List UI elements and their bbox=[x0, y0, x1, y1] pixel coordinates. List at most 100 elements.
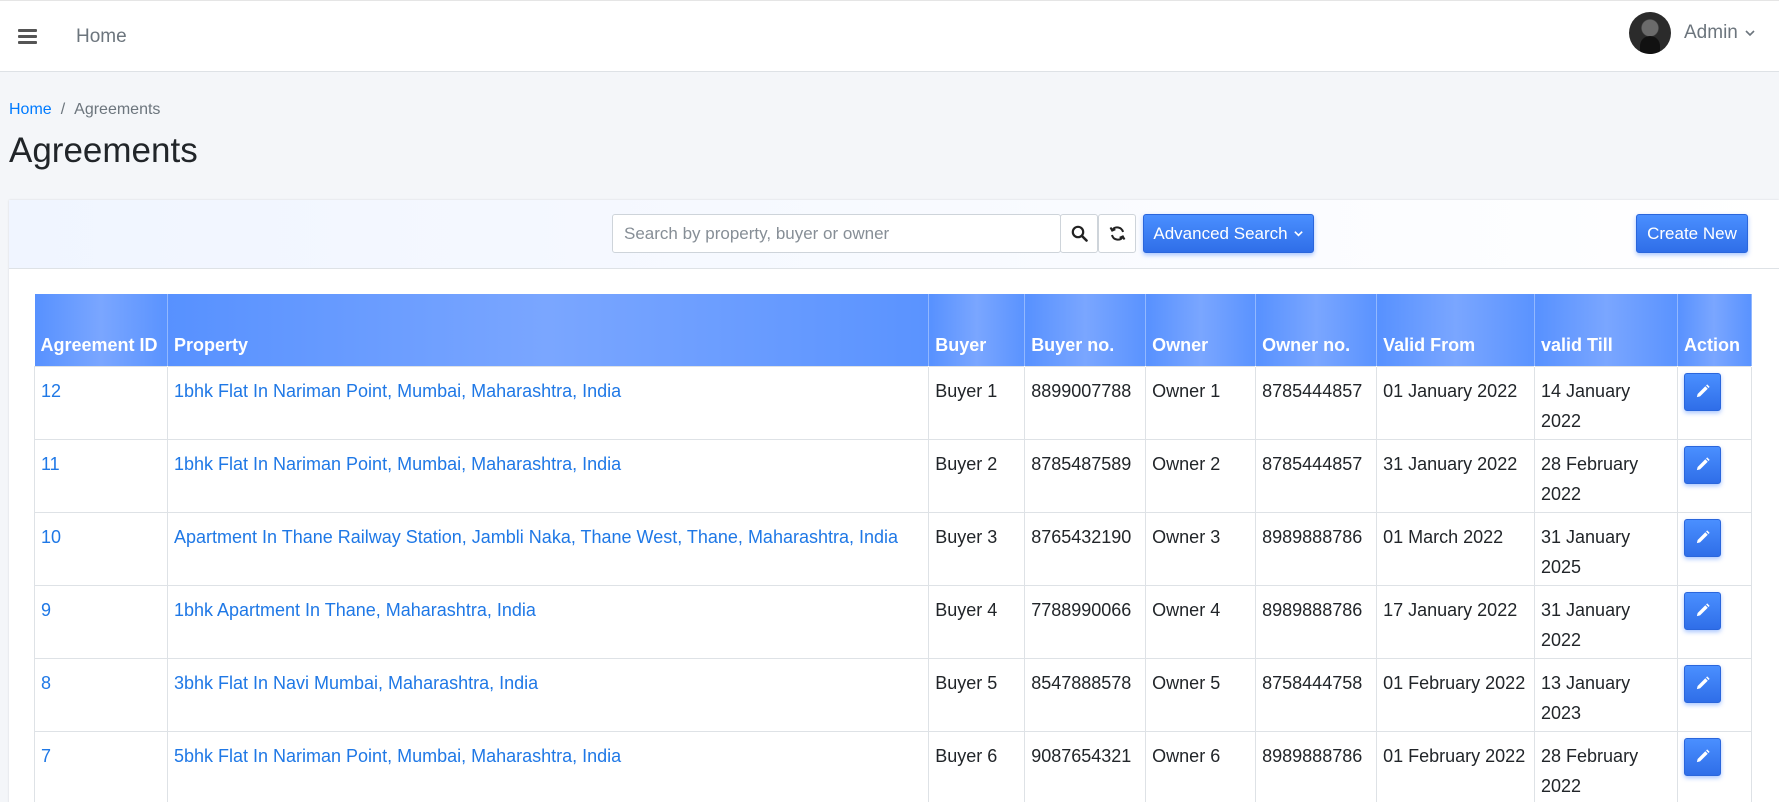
buyer-no-cell: 8785487589 bbox=[1024, 438, 1147, 513]
pencil-icon bbox=[1696, 749, 1710, 763]
header-valid-from[interactable]: Valid From bbox=[1376, 294, 1536, 366]
nav-home-link[interactable]: Home bbox=[76, 26, 127, 48]
chevron-down-icon bbox=[1745, 30, 1755, 37]
owner-no-cell: 8989888786 bbox=[1255, 730, 1378, 802]
header-property[interactable]: Property bbox=[167, 294, 930, 366]
table-header-row: Agreement ID Property Buyer Buyer no. Ow… bbox=[34, 294, 1753, 366]
valid-till-cell: 31 January 2025 bbox=[1534, 511, 1678, 586]
property-link[interactable]: 5bhk Flat In Nariman Point, Mumbai, Maha… bbox=[174, 746, 621, 766]
owner-cell: Owner 6 bbox=[1145, 730, 1257, 802]
buyer-cell: Buyer 1 bbox=[928, 365, 1026, 440]
owner-cell: Owner 3 bbox=[1145, 511, 1257, 586]
valid-from-cell: 01 March 2022 bbox=[1376, 511, 1536, 586]
owner-no-cell: 8989888786 bbox=[1255, 511, 1378, 586]
header-action: Action bbox=[1677, 294, 1753, 366]
page-title: Agreements bbox=[9, 131, 198, 170]
owner-no-cell: 8758444758 bbox=[1255, 657, 1378, 732]
hamburger-icon[interactable] bbox=[18, 29, 37, 45]
agreement-id-link[interactable]: 11 bbox=[41, 454, 60, 474]
buyer-no-cell: 8899007788 bbox=[1024, 365, 1147, 440]
breadcrumb-home-link[interactable]: Home bbox=[9, 101, 52, 118]
owner-cell: Owner 5 bbox=[1145, 657, 1257, 732]
buyer-no-cell: 9087654321 bbox=[1024, 730, 1147, 802]
buyer-cell: Buyer 4 bbox=[928, 584, 1026, 659]
table-row: 10 Apartment In Thane Railway Station, J… bbox=[34, 511, 1753, 586]
buyer-no-cell: 8765432190 bbox=[1024, 511, 1147, 586]
valid-from-cell: 17 January 2022 bbox=[1376, 584, 1536, 659]
header-buyer-no[interactable]: Buyer no. bbox=[1024, 294, 1147, 366]
agreement-id-link[interactable]: 7 bbox=[41, 746, 51, 766]
agreement-id-link[interactable]: 12 bbox=[41, 381, 61, 401]
refresh-button[interactable] bbox=[1098, 214, 1136, 253]
refresh-icon bbox=[1109, 226, 1125, 241]
valid-from-cell: 01 January 2022 bbox=[1376, 365, 1536, 440]
edit-button[interactable] bbox=[1683, 445, 1721, 484]
buyer-cell: Buyer 6 bbox=[928, 730, 1026, 802]
advanced-search-label: Advanced Search bbox=[1153, 223, 1288, 243]
top-navbar: Home Admin bbox=[0, 0, 1779, 72]
valid-till-cell: 14 January 2022 bbox=[1534, 365, 1678, 440]
valid-till-cell: 28 February 2022 bbox=[1534, 730, 1678, 802]
advanced-search-button[interactable]: Advanced Search bbox=[1143, 214, 1314, 253]
property-link[interactable]: 1bhk Flat In Nariman Point, Mumbai, Maha… bbox=[174, 454, 621, 474]
edit-button[interactable] bbox=[1683, 372, 1721, 411]
header-owner[interactable]: Owner bbox=[1145, 294, 1257, 366]
create-new-button[interactable]: Create New bbox=[1636, 214, 1748, 253]
breadcrumb-separator: / bbox=[60, 101, 66, 118]
table-row: 9 1bhk Apartment In Thane, Maharashtra, … bbox=[34, 584, 1753, 659]
valid-from-cell: 01 February 2022 bbox=[1376, 657, 1536, 732]
owner-no-cell: 8989888786 bbox=[1255, 584, 1378, 659]
chevron-down-icon bbox=[1293, 231, 1303, 237]
property-link[interactable]: 1bhk Apartment In Thane, Maharashtra, In… bbox=[174, 600, 536, 620]
agreement-id-link[interactable]: 8 bbox=[41, 673, 51, 693]
table-row: 7 5bhk Flat In Nariman Point, Mumbai, Ma… bbox=[34, 730, 1753, 802]
owner-no-cell: 8785444857 bbox=[1255, 365, 1378, 440]
search-icon bbox=[1071, 225, 1088, 242]
agreement-id-link[interactable]: 9 bbox=[41, 600, 51, 620]
owner-cell: Owner 2 bbox=[1145, 438, 1257, 513]
avatar[interactable] bbox=[1629, 12, 1671, 54]
header-buyer[interactable]: Buyer bbox=[928, 294, 1026, 366]
edit-button[interactable] bbox=[1683, 664, 1721, 703]
user-name: Admin bbox=[1684, 22, 1738, 43]
pencil-icon bbox=[1696, 603, 1710, 617]
property-link[interactable]: 1bhk Flat In Nariman Point, Mumbai, Maha… bbox=[174, 381, 621, 401]
header-agreement-id[interactable]: Agreement ID bbox=[34, 294, 168, 366]
table-row: 8 3bhk Flat In Navi Mumbai, Maharashtra,… bbox=[34, 657, 1753, 732]
buyer-no-cell: 7788990066 bbox=[1024, 584, 1147, 659]
valid-from-cell: 01 February 2022 bbox=[1376, 730, 1536, 802]
breadcrumb-current: Agreements bbox=[74, 101, 161, 118]
valid-till-cell: 31 January 2022 bbox=[1534, 584, 1678, 659]
valid-till-cell: 13 January 2023 bbox=[1534, 657, 1678, 732]
edit-button[interactable] bbox=[1683, 737, 1721, 776]
table-row: 11 1bhk Flat In Nariman Point, Mumbai, M… bbox=[34, 438, 1753, 513]
pencil-icon bbox=[1696, 530, 1710, 544]
search-button[interactable] bbox=[1060, 214, 1098, 253]
pencil-icon bbox=[1696, 384, 1710, 398]
buyer-cell: Buyer 3 bbox=[928, 511, 1026, 586]
agreements-card: Advanced Search Create New Agreement ID … bbox=[9, 200, 1779, 802]
owner-cell: Owner 4 bbox=[1145, 584, 1257, 659]
header-valid-till[interactable]: valid Till bbox=[1534, 294, 1678, 366]
breadcrumb: Home / Agreements bbox=[9, 101, 160, 119]
card-toolbar: Advanced Search Create New bbox=[9, 200, 1779, 269]
agreements-table: Agreement ID Property Buyer Buyer no. Ow… bbox=[34, 294, 1753, 802]
header-owner-no[interactable]: Owner no. bbox=[1255, 294, 1378, 366]
valid-till-cell: 28 February 2022 bbox=[1534, 438, 1678, 513]
owner-no-cell: 8785444857 bbox=[1255, 438, 1378, 513]
owner-cell: Owner 1 bbox=[1145, 365, 1257, 440]
buyer-cell: Buyer 5 bbox=[928, 657, 1026, 732]
table-row: 12 1bhk Flat In Nariman Point, Mumbai, M… bbox=[34, 365, 1753, 440]
edit-button[interactable] bbox=[1683, 518, 1721, 557]
buyer-no-cell: 8547888578 bbox=[1024, 657, 1147, 732]
property-link[interactable]: Apartment In Thane Railway Station, Jamb… bbox=[174, 527, 898, 547]
property-link[interactable]: 3bhk Flat In Navi Mumbai, Maharashtra, I… bbox=[174, 673, 538, 693]
pencil-icon bbox=[1696, 457, 1710, 471]
valid-from-cell: 31 January 2022 bbox=[1376, 438, 1536, 513]
buyer-cell: Buyer 2 bbox=[928, 438, 1026, 513]
agreement-id-link[interactable]: 10 bbox=[41, 527, 61, 547]
search-input[interactable] bbox=[612, 214, 1061, 253]
pencil-icon bbox=[1696, 676, 1710, 690]
edit-button[interactable] bbox=[1683, 591, 1721, 630]
user-menu[interactable]: Admin bbox=[1684, 22, 1756, 44]
